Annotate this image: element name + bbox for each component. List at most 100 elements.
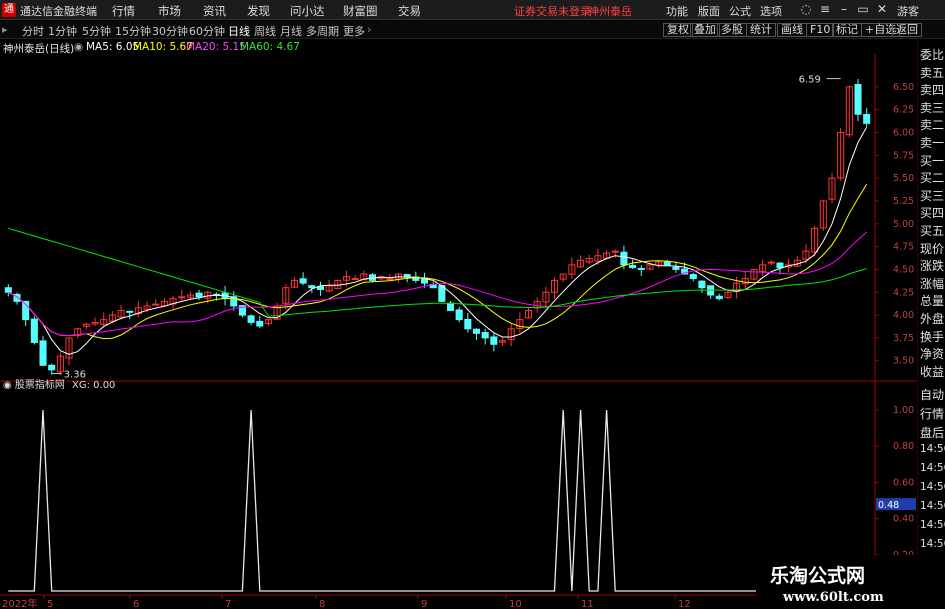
candle-body	[490, 336, 498, 345]
sidebar-label: 涨跌	[920, 259, 945, 274]
tab-weekly[interactable]: 周线	[254, 23, 276, 39]
tool-back[interactable]: 返回	[892, 23, 922, 37]
month-tick-label: 8	[319, 599, 325, 609]
tool-mark[interactable]: 标记	[832, 23, 862, 37]
candle-body	[464, 318, 472, 330]
indicator-tick-label: 0.60	[893, 477, 914, 488]
menu-market[interactable]: 市场	[158, 3, 181, 19]
tool-multi-stock[interactable]: 多股	[717, 23, 747, 37]
menu-news[interactable]: 资讯	[203, 3, 226, 19]
price-tick-label: 4.75	[893, 242, 914, 253]
toolbar-collapse-icon[interactable]: ▸	[2, 23, 8, 36]
sidebar-label: 委比	[920, 48, 945, 62]
candle-body	[481, 331, 489, 339]
tab-15min[interactable]: 15分钟	[115, 23, 151, 39]
candle-body	[663, 261, 671, 266]
sidebar-label: 买三	[920, 188, 945, 203]
sidebar-label: 外盘	[920, 312, 945, 326]
sidebar-label: 净资	[920, 347, 945, 362]
guest-label[interactable]: 游客	[897, 3, 919, 19]
sidebar-tick-label: 盘后	[920, 426, 945, 440]
menu-function[interactable]: 功能	[666, 3, 688, 19]
candle-body	[299, 278, 307, 284]
tab-intraday[interactable]: 分时	[22, 23, 44, 39]
ma10-line	[8, 183, 868, 340]
tab-monthly[interactable]: 月线	[280, 23, 302, 39]
candle-body	[472, 328, 481, 334]
month-tick-label: 10	[509, 599, 522, 609]
indicator-tick-label: 0.40	[893, 514, 914, 525]
app-title: 通达信金融终端	[20, 5, 97, 18]
menu-trade[interactable]: 交易	[398, 3, 421, 19]
tab-daily[interactable]: 日线	[228, 23, 250, 39]
tab-5min[interactable]: 5分钟	[82, 23, 111, 39]
sidebar-label: 卖三	[920, 100, 945, 115]
tool-draw[interactable]: 画线	[777, 23, 807, 37]
indicator-tick-label: 1.00	[893, 405, 914, 416]
minimize-icon[interactable]: –	[837, 2, 851, 16]
tool-f10[interactable]: F10	[806, 23, 835, 37]
legend-ma5: MA5: 6.05	[86, 41, 140, 53]
low-price-label: 3.36	[64, 370, 86, 381]
candle-body	[4, 287, 12, 293]
candle-body	[152, 303, 160, 306]
menu-wealth-circle[interactable]: 财富圈	[343, 3, 378, 19]
tool-overlay[interactable]: 叠加	[690, 23, 720, 37]
more-chevron-icon[interactable]: ›	[367, 23, 371, 36]
menu-ask-xiaoda[interactable]: 问小达	[290, 3, 325, 19]
menu-layout[interactable]: 版面	[698, 3, 720, 19]
menu-formula[interactable]: 公式	[729, 3, 751, 19]
period-toolbar: ▸ 分时 1分钟 5分钟 15分钟 30分钟 60分钟 日线 周线 月线 多周期…	[0, 21, 945, 39]
candle-body	[195, 292, 203, 298]
sidebar-label: 收益	[920, 364, 945, 379]
quote-sidebar: 委比 卖五 卖四 卖三 卖二 卖一 买一 买二 买三 买四 买五 现价 涨跌 涨幅 总量 外盘 换手 净资 收益 自动…	[917, 40, 945, 609]
sidebar-label: 总量	[920, 294, 945, 309]
menu-options[interactable]: 选项	[760, 3, 782, 19]
candle-body	[386, 278, 394, 281]
legend-ma10: MA10: 5.67	[133, 41, 193, 53]
tool-adjust[interactable]: 复权	[663, 23, 693, 37]
month-tick-label: 11	[581, 599, 594, 609]
candle-body	[39, 340, 47, 366]
title-bar: 通 通达信金融终端 行情 市场 资讯 发现 问小达 财富圈 交易 证券交易未登录…	[0, 0, 945, 20]
sidebar-tick-label: 14:56	[920, 519, 945, 531]
legend-toggle-icon[interactable]: ◉	[74, 41, 83, 53]
menu-market-quotes[interactable]: 行情	[112, 3, 135, 19]
watermark-url: www.60lt.com	[783, 590, 884, 605]
candle-body	[403, 273, 411, 278]
kline-chart[interactable]: 3.50 3.75 4.00 4.25 4.50 4.75 5.00 5.25 5.50 5.75…	[0, 54, 917, 609]
settings-icon[interactable]: ≡	[818, 2, 832, 16]
sidebar-tick-label: 14:56	[920, 443, 945, 455]
close-icon[interactable]: ✕	[875, 2, 889, 16]
price-tick-label: 5.25	[893, 196, 914, 207]
candle-body	[637, 267, 645, 270]
tab-30min[interactable]: 30分钟	[152, 23, 188, 39]
tab-multi-period[interactable]: 多周期	[306, 23, 339, 39]
sidebar-label: 买一	[920, 153, 945, 168]
tool-statistics[interactable]: 统计	[746, 23, 776, 37]
tab-60min[interactable]: 60分钟	[189, 23, 225, 39]
sidebar-label: 买五	[920, 224, 945, 238]
stock-link[interactable]: 神州泰岳	[588, 3, 632, 19]
candle-body	[629, 264, 637, 269]
ma60-line	[8, 227, 867, 317]
sidebar-tick-label: 14:56	[920, 462, 945, 474]
candle-body	[715, 295, 723, 300]
trade-login-notice[interactable]: 证券交易未登录	[514, 3, 591, 19]
ma5-line	[8, 126, 868, 355]
sidebar-label: 卖四	[920, 83, 945, 98]
candle-body	[126, 310, 134, 313]
user-icon[interactable]: ◌	[799, 2, 813, 16]
price-tick-label: 6.50	[893, 82, 914, 93]
restore-icon[interactable]: ▭	[856, 2, 870, 16]
tab-more[interactable]: 更多	[343, 23, 365, 39]
month-tick-label: 12	[678, 599, 691, 609]
tab-1min[interactable]: 1分钟	[48, 23, 77, 39]
menu-discover[interactable]: 发现	[247, 3, 270, 19]
legend-ma60: MA60: 4.67	[240, 41, 300, 53]
sidebar-tick-label: 行情	[920, 407, 945, 421]
candle-body	[455, 309, 463, 321]
candle-body	[256, 320, 264, 327]
sidebar-label: 涨幅	[920, 276, 945, 291]
sidebar-label: 卖二	[920, 118, 945, 133]
